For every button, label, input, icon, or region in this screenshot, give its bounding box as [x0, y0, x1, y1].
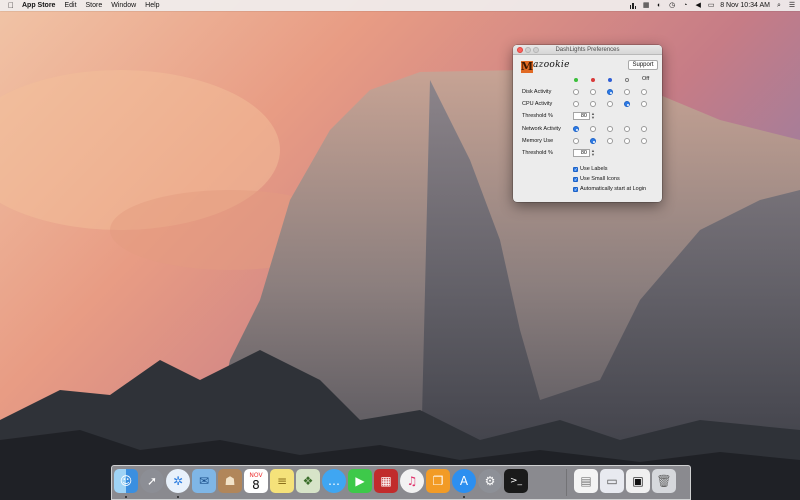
disk-radio-blue[interactable]: [607, 89, 613, 95]
network-radio-red[interactable]: [590, 126, 596, 132]
memory-radio-gray[interactable]: [624, 138, 630, 144]
facetime-icon[interactable]: ▶: [348, 469, 372, 493]
menu-app-store[interactable]: App Store: [22, 0, 55, 11]
memory-radio-off[interactable]: [641, 138, 647, 144]
safari-running-indicator: [177, 496, 179, 498]
memory-threshold-stepper[interactable]: ▲ ▼: [591, 149, 595, 157]
cpu-radio-red[interactable]: [590, 101, 596, 107]
use-small-icons-checkbox[interactable]: [573, 177, 578, 183]
mail-icon[interactable]: ✉: [192, 469, 216, 493]
cpu-threshold-stepper[interactable]: ▲ ▼: [591, 112, 595, 120]
cpu-activity-label: CPU Activity: [522, 101, 553, 107]
menu-bar:  App Store Edit Store Window Help ▦ ◐ ◷…: [0, 0, 800, 11]
network-radio-blue[interactable]: [607, 126, 613, 132]
messages-icon[interactable]: …: [322, 469, 346, 493]
itunes-icon[interactable]: ♫: [400, 469, 424, 493]
ibooks-icon[interactable]: ❐: [426, 469, 450, 493]
green-light-icon: [574, 78, 578, 82]
cpu-radio-gray[interactable]: [624, 101, 630, 107]
finder-icon[interactable]: ☺: [114, 469, 138, 493]
cpu-threshold-field[interactable]: 80: [573, 112, 590, 120]
disk-radio-off[interactable]: [641, 89, 647, 95]
disk-radio-gray[interactable]: [624, 89, 630, 95]
battery-icon[interactable]: ▭: [707, 2, 715, 9]
system-preferences-icon[interactable]: ⚙: [478, 469, 502, 493]
memory-use-label: Memory Use: [522, 138, 554, 144]
menu-edit[interactable]: Edit: [64, 0, 76, 11]
disk-radio-green[interactable]: [573, 89, 579, 95]
app-store-icon[interactable]: A: [452, 469, 476, 493]
network-radio-green[interactable]: [573, 126, 579, 132]
menu-clock[interactable]: 8 Nov 10:34 AM: [720, 0, 770, 11]
off-header: Off: [642, 76, 650, 82]
trash-icon[interactable]: 🗑: [652, 469, 676, 493]
disk-radio-red[interactable]: [590, 89, 596, 95]
app-store-running-indicator: [463, 496, 465, 498]
auto-start-label: Automatically start at Login: [580, 186, 647, 192]
contacts-icon[interactable]: ☗: [218, 469, 242, 493]
network-activity-label: Network Activity: [522, 126, 561, 132]
use-labels-checkbox[interactable]: [573, 167, 578, 173]
screenshot-icon[interactable]: ▭: [600, 469, 624, 493]
network-radio-gray[interactable]: [624, 126, 630, 132]
gray-light-icon: [625, 78, 629, 82]
memory-radio-green[interactable]: [573, 138, 579, 144]
apple-menu-icon[interactable]: : [6, 0, 16, 11]
terminal-icon[interactable]: >_: [504, 469, 528, 493]
dock-separator: [566, 469, 567, 496]
use-labels-label: Use Labels: [580, 166, 608, 172]
calendar-icon[interactable]: NOV 8: [244, 469, 268, 493]
safari-icon[interactable]: ✲: [166, 469, 190, 493]
sync-icon[interactable]: ◐: [655, 2, 663, 9]
finder-running-indicator: [125, 496, 127, 498]
mazookie-logo-icon: M: [521, 61, 533, 73]
menu-help[interactable]: Help: [145, 0, 159, 11]
app-window-icon[interactable]: ▣: [626, 469, 650, 493]
launchpad-icon[interactable]: ➚: [140, 469, 164, 493]
memory-radio-blue[interactable]: [607, 138, 613, 144]
red-light-icon: [591, 78, 595, 82]
memory-radio-red[interactable]: [590, 138, 596, 144]
dashlights-status-icon[interactable]: [629, 2, 637, 9]
use-small-icons-label: Use Small Icons: [580, 176, 620, 182]
preferences-window: DashLights Preferences M azookie Support…: [513, 45, 662, 202]
cpu-threshold-label: Threshold %: [522, 113, 553, 119]
disk-activity-label: Disk Activity: [522, 89, 552, 95]
cpu-radio-off[interactable]: [641, 101, 647, 107]
desktop-wallpaper: [0, 0, 800, 500]
calendar-day: 8: [252, 477, 260, 492]
memory-threshold-field[interactable]: 80: [573, 149, 590, 157]
wifi-icon[interactable]: ◔: [681, 2, 689, 9]
logo-letter: M: [520, 60, 534, 73]
spotlight-icon[interactable]: ⌕: [775, 2, 783, 9]
support-button[interactable]: Support: [628, 60, 658, 70]
notification-center-icon[interactable]: ☰: [788, 2, 796, 9]
menu-store[interactable]: Store: [86, 0, 103, 11]
menu-window[interactable]: Window: [111, 0, 136, 11]
cpu-radio-blue[interactable]: [607, 101, 613, 107]
grid-status-icon[interactable]: ▦: [642, 2, 650, 9]
memory-threshold-label: Threshold %: [522, 150, 553, 156]
document-icon[interactable]: ▤: [574, 469, 598, 493]
logo-text: azookie: [533, 60, 570, 70]
cpu-radio-green[interactable]: [573, 101, 579, 107]
volume-icon[interactable]: ◀: [694, 2, 702, 9]
window-title: DashLights Preferences: [555, 47, 620, 53]
status-area: ▦ ◐ ◷ ◔ ◀ ▭ 8 Nov 10:34 AM ⌕ ☰: [629, 0, 796, 11]
auto-start-checkbox[interactable]: [573, 187, 578, 193]
notes-icon[interactable]: ≡: [270, 469, 294, 493]
blue-light-icon: [608, 78, 612, 82]
network-radio-off[interactable]: [641, 126, 647, 132]
title-bar[interactable]: DashLights Preferences: [513, 45, 662, 55]
preview-icon[interactable]: ❖: [296, 469, 320, 493]
photo-booth-icon[interactable]: ▦: [374, 469, 398, 493]
timemachine-icon[interactable]: ◷: [668, 2, 676, 9]
